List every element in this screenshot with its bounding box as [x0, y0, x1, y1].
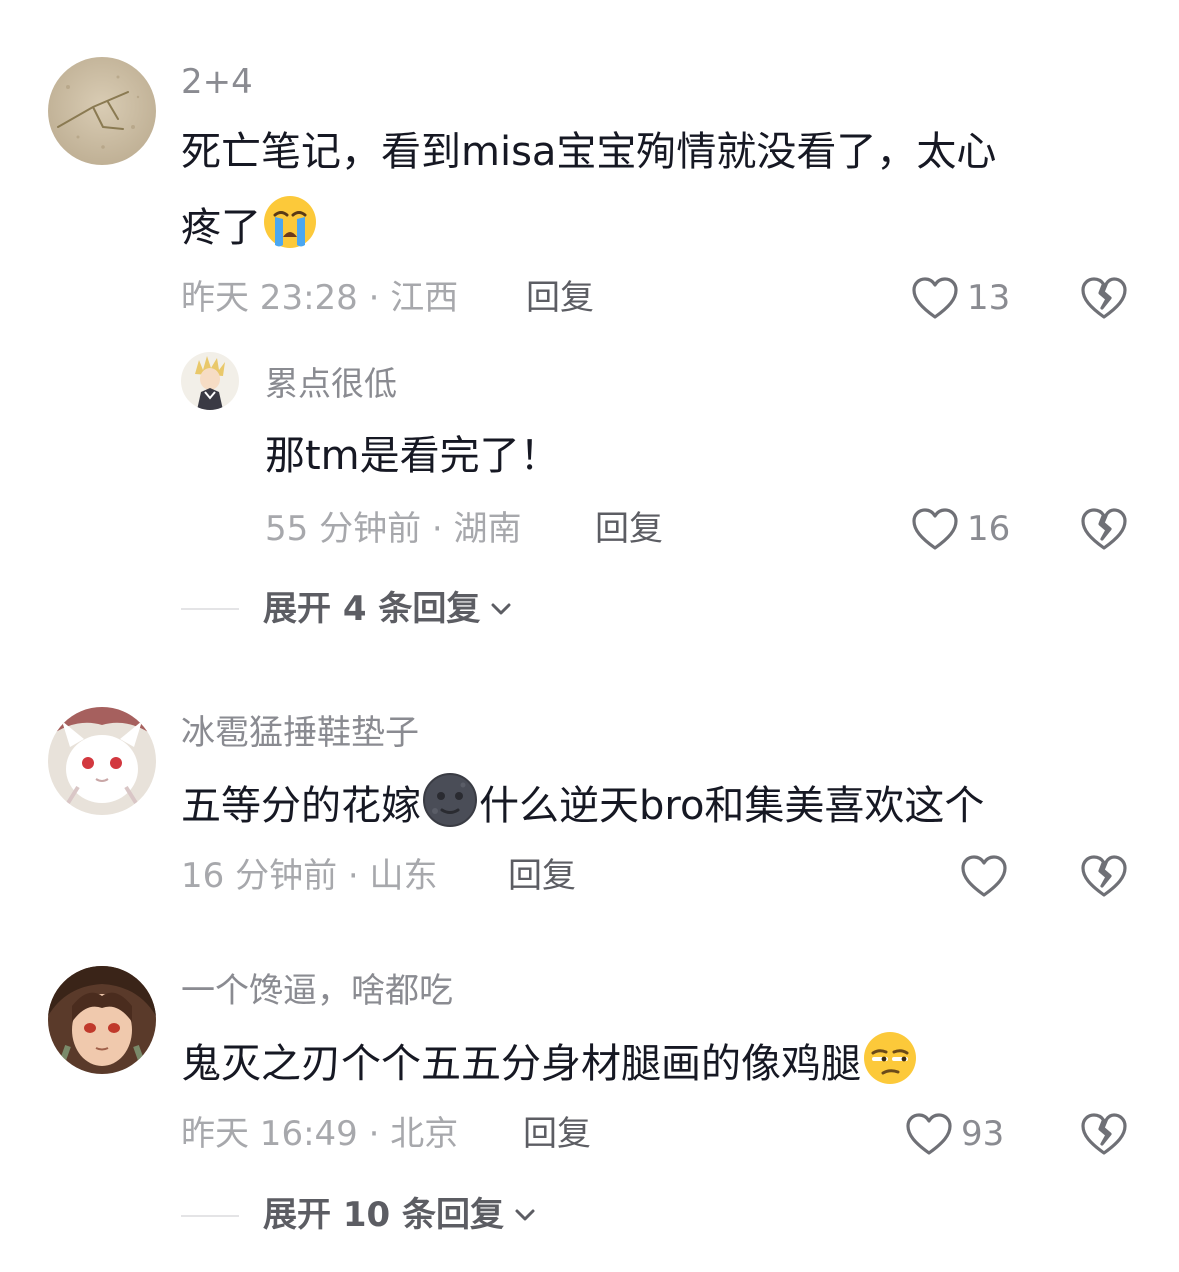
reply-button[interactable]: 回复	[523, 1117, 591, 1151]
heart-outline-icon	[906, 1113, 952, 1155]
reply-text: 那tm是看完了！	[265, 433, 560, 479]
comment-text-segment: 鬼灭之刃个个五五分身材腿画的像鸡腿	[181, 1041, 861, 1087]
avatar[interactable]	[48, 57, 156, 165]
avatar[interactable]	[181, 352, 239, 410]
reply-button[interactable]: 回复	[526, 281, 594, 315]
broken-heart-icon[interactable]	[1080, 852, 1128, 900]
comment-username[interactable]: 冰雹猛捶鞋垫子	[181, 716, 419, 750]
meta-separator: ·	[421, 509, 454, 549]
expand-replies-button[interactable]: 展开 10 条回复	[263, 1198, 536, 1232]
reply-username[interactable]: 累点很低	[265, 367, 397, 400]
meta-separator: ·	[357, 1114, 391, 1154]
expand-divider	[181, 1215, 239, 1217]
reply-button[interactable]: 回复	[595, 512, 663, 546]
loudly-crying-face-emoji-icon	[261, 193, 319, 271]
broken-heart-icon[interactable]	[1080, 505, 1128, 553]
like-button[interactable]: 16	[911, 505, 1010, 553]
comment-text: 鬼灭之刃个个五五分身材腿画的像鸡腿	[181, 1029, 919, 1107]
chevron-down-icon	[515, 1209, 535, 1221]
reply-button[interactable]: 回复	[508, 859, 576, 893]
meta-separator: ·	[357, 278, 391, 318]
comment-time: 昨天 16:49	[181, 1114, 358, 1154]
like-button[interactable]: 93	[905, 1110, 1004, 1158]
comment-username[interactable]: 2+4	[181, 65, 253, 99]
reply-meta: 55 分钟前 · 湖南	[265, 512, 522, 546]
reply-time: 55 分钟前	[265, 509, 422, 549]
comment-location: 北京	[390, 1114, 459, 1154]
comment-text: 疼了	[181, 193, 319, 271]
reply-location: 湖南	[453, 509, 522, 549]
comment-text: 死亡笔记，看到misa宝宝殉情就没看了，太心	[181, 119, 996, 185]
expand-replies-label: 展开 10 条回复	[263, 1195, 504, 1235]
expand-divider	[181, 608, 239, 610]
avatar[interactable]	[48, 966, 156, 1074]
avatar[interactable]	[48, 707, 156, 815]
like-count: 13	[967, 278, 1011, 318]
expand-replies-button[interactable]: 展开 4 条回复	[263, 592, 512, 626]
comment-username[interactable]: 一个馋逼，啥都吃	[181, 974, 453, 1008]
comment-text-line: 疼了	[181, 205, 261, 251]
heart-outline-icon	[961, 855, 1007, 897]
comment-time: 昨天 23:28	[181, 278, 358, 318]
comment-text-segment: 五等分的花嫁	[181, 783, 421, 829]
comment-meta: 昨天 16:49 · 北京	[181, 1117, 458, 1151]
unamused-face-emoji-icon	[861, 1029, 919, 1107]
like-count: 93	[961, 1114, 1005, 1154]
comment-time: 16 分钟前	[181, 856, 338, 896]
comment-location: 山东	[369, 856, 438, 896]
new-moon-face-emoji-icon	[421, 771, 479, 849]
expand-replies-label: 展开 4 条回复	[263, 589, 481, 629]
broken-heart-icon[interactable]	[1080, 274, 1128, 322]
comment-meta: 16 分钟前 · 山东	[181, 859, 438, 893]
comment-meta: 昨天 23:28 · 江西	[181, 281, 458, 315]
comment-text-line: 死亡笔记，看到misa宝宝殉情就没看了，太心	[181, 129, 997, 175]
broken-heart-icon[interactable]	[1080, 1110, 1128, 1158]
chevron-down-icon	[491, 603, 511, 615]
like-count: 16	[967, 509, 1011, 549]
meta-separator: ·	[337, 856, 370, 896]
comment-location: 江西	[390, 278, 459, 318]
comment-text: 五等分的花嫁 什么逆天bro和集美喜欢这个	[181, 771, 984, 849]
heart-outline-icon	[912, 508, 958, 550]
heart-outline-icon	[912, 277, 958, 319]
comment-text-segment: 什么逆天bro和集美喜欢这个	[479, 783, 985, 829]
like-button[interactable]: 13	[911, 274, 1010, 322]
like-button[interactable]	[960, 852, 1016, 900]
